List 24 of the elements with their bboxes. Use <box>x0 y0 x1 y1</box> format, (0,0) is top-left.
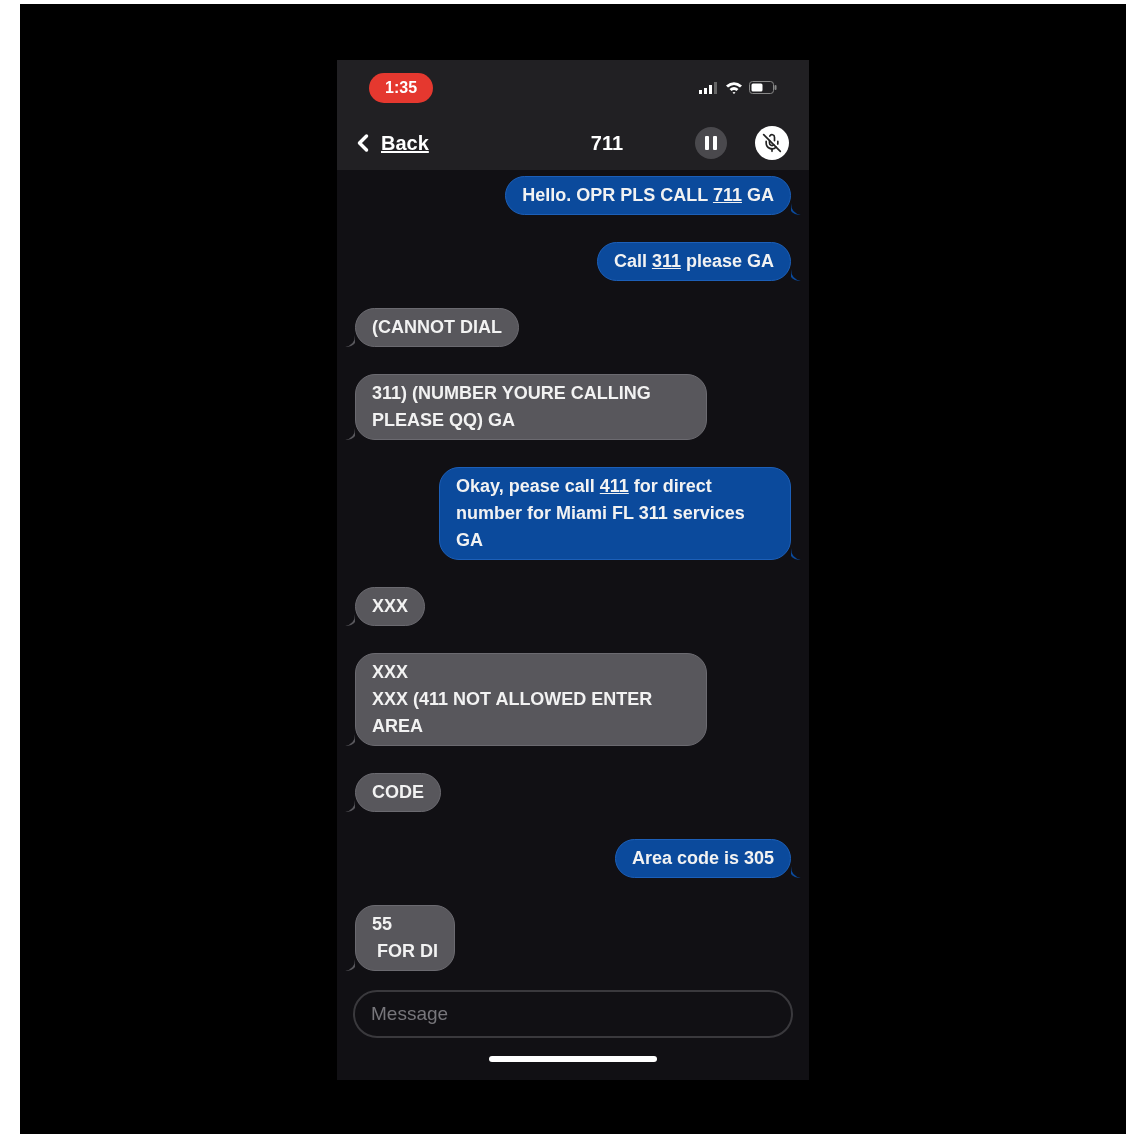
message-text: 55 FOR DI <box>372 913 438 963</box>
phone-link[interactable]: 411 <box>599 476 629 496</box>
message-field[interactable]: Message <box>353 990 793 1038</box>
conversation-title: 711 <box>589 130 625 156</box>
phone-link[interactable]: 311 <box>651 251 681 271</box>
message-text: Hello. OPR PLS CALL 711 GA <box>522 184 774 207</box>
pause-icon <box>705 135 717 150</box>
message-text: Okay, pease call 411 for direct number for Miami FL 311 services GA <box>456 475 746 552</box>
message-text: Call 311 please GA <box>613 250 774 273</box>
message-text: 311) (NUMBER YOURE CALLING PLEASE QQ) GA <box>372 382 652 432</box>
back-button[interactable]: Back <box>349 127 459 158</box>
signal-icon <box>699 81 719 94</box>
mic-off-icon <box>762 132 782 153</box>
message-text: XXX <box>372 595 409 618</box>
call-time-badge: 1:35 <box>369 72 434 103</box>
message-text: Area code is 305 <box>631 847 774 870</box>
phone-link[interactable]: 711 <box>712 185 742 205</box>
message-text: CODE <box>372 781 424 804</box>
battery-icon <box>749 81 777 94</box>
message-text: XXX XXX (411 NOT ALLOWED ENTER AREA <box>372 661 654 738</box>
wifi-icon <box>725 81 743 94</box>
pause-button[interactable] <box>695 126 727 159</box>
mute-button[interactable] <box>755 125 789 160</box>
message-text: (CANNOT DIAL <box>372 316 502 339</box>
